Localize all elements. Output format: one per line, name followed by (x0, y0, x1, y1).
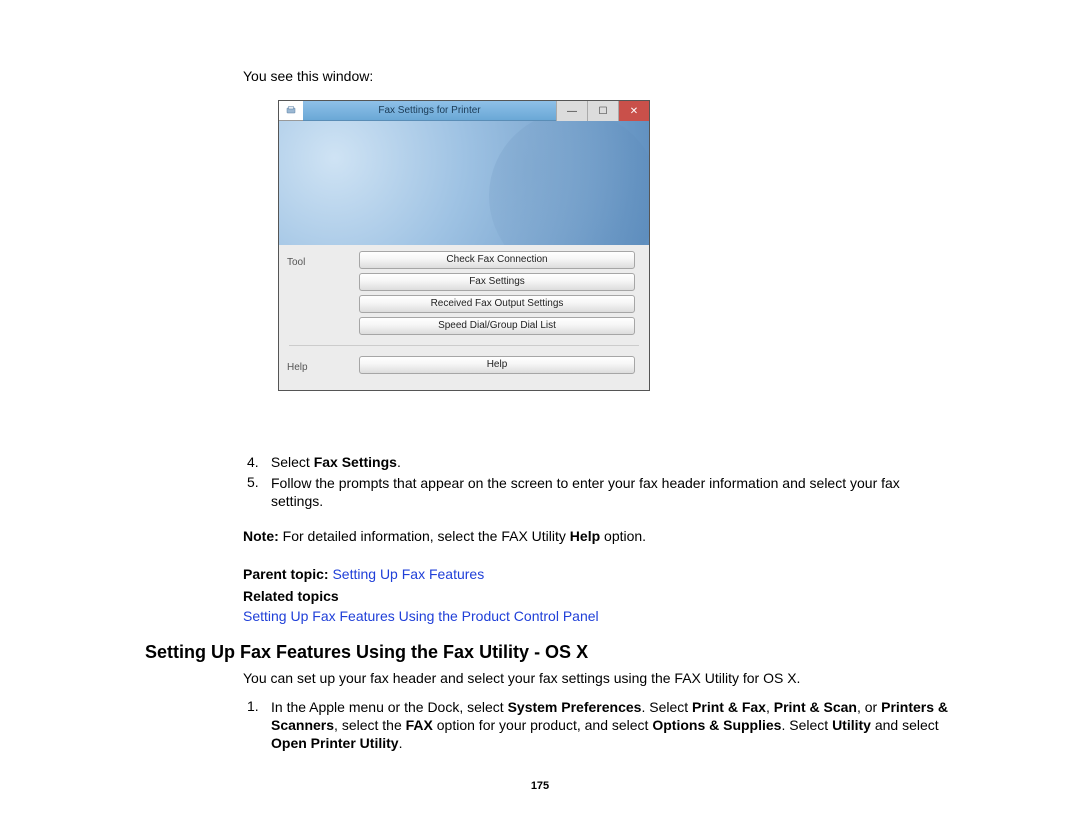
help-section-label: Help (279, 356, 359, 374)
step-4: 4. Select Fax Settings. (247, 454, 401, 470)
i1-t7: . Select (781, 717, 832, 733)
i1-b6: Options & Supplies (652, 717, 781, 733)
panel-separator (289, 345, 639, 346)
i1-b3: Print & Scan (774, 699, 857, 715)
tool-section-label: Tool (279, 251, 359, 335)
fax-settings-button[interactable]: Fax Settings (359, 273, 635, 291)
step-4-pre: Select (271, 454, 314, 470)
i1-b2: Print & Fax (692, 699, 766, 715)
minimize-button[interactable]: — (556, 101, 587, 121)
step-5-text: Follow the prompts that appear on the sc… (271, 474, 950, 510)
i1-t5: , select the (334, 717, 406, 733)
i1-b5: FAX (406, 717, 433, 733)
related-topics-label: Related topics (243, 588, 339, 604)
close-button[interactable]: ✕ (618, 101, 649, 121)
step-5: 5. Follow the prompts that appear on the… (247, 474, 950, 510)
window-titlebar: Fax Settings for Printer — ☐ ✕ (279, 101, 649, 121)
parent-topic: Parent topic: Setting Up Fax Features (243, 566, 484, 582)
window-title: Fax Settings for Printer (303, 101, 556, 121)
i1-t1: In the Apple menu or the Dock, select (271, 699, 508, 715)
note-pre: For detailed information, select the FAX… (279, 528, 570, 544)
fax-settings-window: Fax Settings for Printer — ☐ ✕ Tool Chec… (278, 100, 650, 391)
section-description: You can set up your fax header and selec… (243, 670, 950, 686)
instruction-1: 1. In the Apple menu or the Dock, select… (247, 698, 950, 753)
speed-dial-group-dial-list-button[interactable]: Speed Dial/Group Dial List (359, 317, 635, 335)
i1-b8: Open Printer Utility (271, 735, 399, 751)
i1-t2: . Select (641, 699, 692, 715)
i1-t4: , or (857, 699, 881, 715)
i1-b1: System Preferences (508, 699, 642, 715)
step-5-number: 5. (247, 474, 267, 490)
step-4-bold: Fax Settings (314, 454, 397, 470)
maximize-button[interactable]: ☐ (587, 101, 618, 121)
check-fax-connection-button[interactable]: Check Fax Connection (359, 251, 635, 269)
app-icon (279, 101, 303, 121)
i1-t8: and select (871, 717, 939, 733)
i1-t3: , (766, 699, 774, 715)
i1-t9: . (399, 735, 403, 751)
related-topic-link[interactable]: Setting Up Fax Features Using the Produc… (243, 608, 599, 624)
note-label: Note: (243, 528, 279, 544)
note-block: Note: For detailed information, select t… (243, 528, 950, 544)
page-number: 175 (0, 780, 1080, 792)
i1-b7: Utility (832, 717, 871, 733)
note-post: option. (600, 528, 646, 544)
section-heading: Setting Up Fax Features Using the Fax Ut… (145, 642, 588, 663)
i1-t6: option for your product, and select (433, 717, 652, 733)
received-fax-output-settings-button[interactable]: Received Fax Output Settings (359, 295, 635, 313)
step-4-post: . (397, 454, 401, 470)
window-controls: — ☐ ✕ (556, 101, 649, 121)
instruction-1-number: 1. (247, 698, 267, 714)
note-bold: Help (570, 528, 600, 544)
intro-text: You see this window: (243, 68, 373, 84)
window-panel: Tool Check Fax Connection Fax Settings R… (279, 245, 649, 390)
parent-topic-link[interactable]: Setting Up Fax Features (332, 566, 484, 582)
parent-topic-label: Parent topic: (243, 566, 332, 582)
window-hero-image (279, 121, 649, 245)
help-button[interactable]: Help (359, 356, 635, 374)
step-4-number: 4. (247, 454, 267, 470)
